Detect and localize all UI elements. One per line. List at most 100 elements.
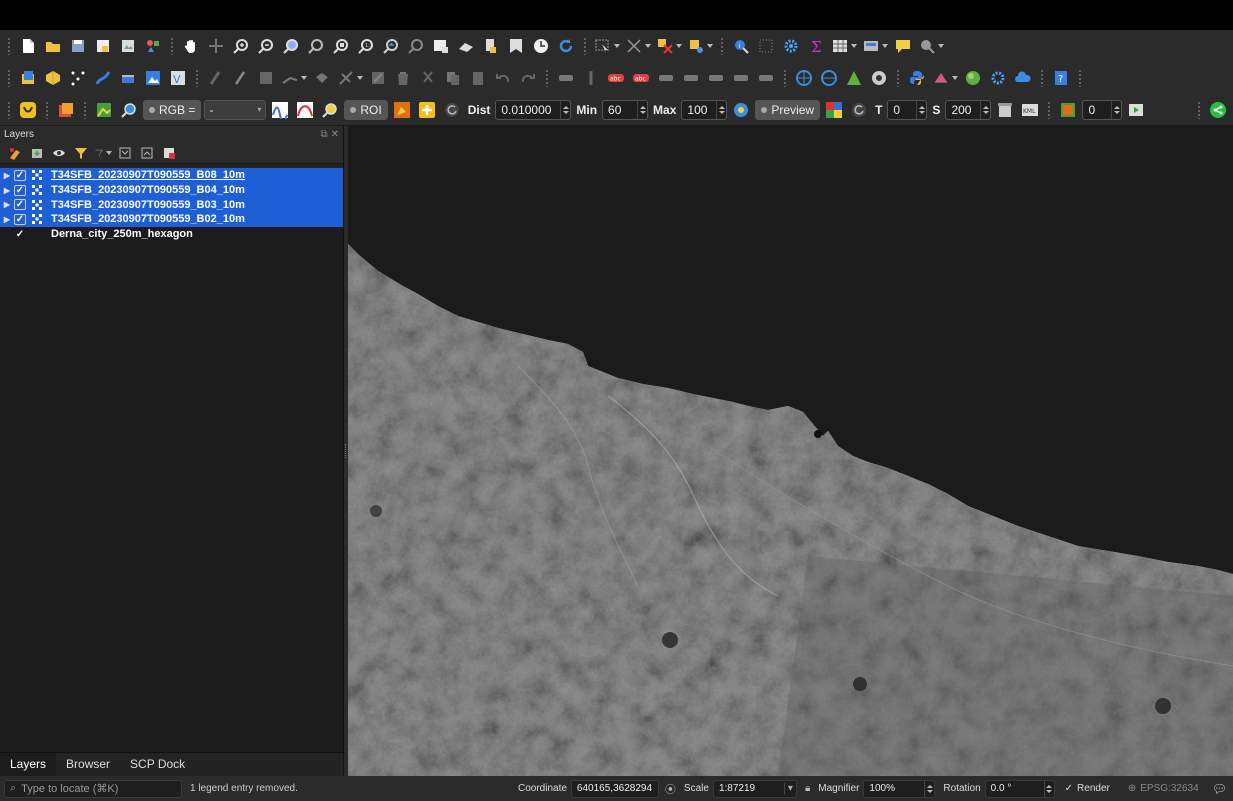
toolbar-grip[interactable] [7,37,11,55]
label-toolbar-icon[interactable] [555,67,577,89]
add-wms-layer-icon[interactable] [793,67,815,89]
add-polygon-icon[interactable] [117,67,139,89]
toolbar-grip[interactable] [720,37,724,55]
float-panel-icon[interactable]: ⧉ [320,129,327,140]
share-icon[interactable] [1207,99,1229,121]
plugin-globe-icon[interactable] [962,67,984,89]
layer-row[interactable]: ▶ ✓ T34SFB_20230907T090559_B08_10m [0,168,343,183]
pan-to-selection-icon[interactable] [205,35,227,57]
coordinate-field[interactable]: 640165,3628294 [570,779,659,798]
new-print-layout-icon[interactable] [92,35,114,57]
new-3d-map-icon[interactable] [455,35,477,57]
band-calc-icon[interactable] [1057,99,1079,121]
save-edits-icon[interactable] [255,67,277,89]
layer-row[interactable]: ▶ ✓ T34SFB_20230907T090559_B03_10m [0,197,343,213]
new-spatial-bookmark-icon[interactable] [480,35,502,57]
redo-preview-icon[interactable] [848,99,870,121]
toolbar-grip[interactable] [1040,69,1044,87]
scp-band-set-icon[interactable] [55,99,77,121]
messages-icon[interactable]: 💬︎ [1212,782,1227,796]
expand-arrow-icon[interactable]: ▶ [0,186,14,195]
toolbar-grip[interactable] [45,100,49,119]
plugin-cloud-icon[interactable] [1012,67,1034,89]
layer-visibility-checkbox[interactable]: ✓ [14,199,26,211]
pin-labels-icon[interactable] [580,67,602,89]
add-delimited-icon[interactable] [843,67,865,89]
layer-visibility-checkbox[interactable]: ✓ [14,169,26,181]
roi-toggle[interactable]: ROI [344,99,388,120]
expand-arrow-icon[interactable]: ▶ [0,215,14,224]
magnifier-spinbox[interactable]: 100% [863,779,936,798]
create-layer-icon[interactable] [142,67,164,89]
select-features-icon[interactable] [593,35,621,57]
cut-features-icon[interactable] [417,67,439,89]
layer-visibility-checkbox[interactable]: ✓ [14,184,26,196]
crs-button[interactable]: ⊕ EPSG:32634 [1128,783,1199,794]
scp-zoom-input-image-icon[interactable] [93,99,115,121]
rotation-spinbox[interactable]: 0.0 ° [984,779,1055,798]
show-bookmarks-icon[interactable] [505,35,527,57]
render-checkbox[interactable]: ✓ [1065,783,1073,794]
python-console-icon[interactable] [906,67,928,89]
zoom-next-icon[interactable] [405,35,427,57]
metasearch-icon[interactable] [868,67,890,89]
kml-export-icon[interactable]: KML [1019,99,1041,121]
new-geopackage-icon[interactable] [42,67,64,89]
change-label-icon[interactable] [730,67,752,89]
label-abc-icon[interactable]: abc [605,67,627,89]
zoom-to-layer-icon[interactable] [330,35,352,57]
label-properties-icon[interactable] [755,67,777,89]
toolbar-grip[interactable] [1047,100,1052,119]
toggle-extents-icon[interactable]: ⦿ [665,781,676,797]
scale-combo[interactable]: 1:87219 ▾ [712,779,797,798]
measure-grid-icon[interactable] [755,35,777,57]
band-spinbox[interactable]: 0 [1082,99,1123,120]
digitize-dots-icon[interactable] [67,67,89,89]
map-canvas[interactable] [348,126,1233,776]
collapse-all-icon[interactable] [138,144,156,162]
select-by-location-icon[interactable] [686,35,714,57]
style-manager-icon[interactable] [142,35,164,57]
layer-visibility-checkbox[interactable]: ✓ [14,213,26,225]
expand-arrow-icon[interactable]: ▶ [0,200,14,209]
undo-icon[interactable] [492,67,514,89]
scp-logo-icon[interactable] [17,99,39,121]
current-edits-icon[interactable] [205,67,227,89]
digitize-line-icon[interactable] [280,67,308,89]
help-icon[interactable]: ? [1050,67,1072,89]
toolbar-grip[interactable] [170,37,174,55]
temporal-controller-icon[interactable] [530,35,552,57]
toolbar-grip[interactable] [7,69,11,87]
zoom-full-icon[interactable] [280,35,302,57]
activate-roi-pointer-icon[interactable] [416,99,438,121]
t-spinbox[interactable]: 0 [887,99,928,120]
tab-browser[interactable]: Browser [56,753,120,776]
move-label-icon[interactable] [680,67,702,89]
identify-features-icon[interactable]: i [730,35,752,57]
zoom-out-icon[interactable] [255,35,277,57]
redo-roi-icon[interactable] [441,99,463,121]
render-toggle[interactable]: ✓ Render [1065,783,1110,794]
plugin-gear-icon[interactable] [987,67,1009,89]
settings-gear-icon[interactable] [780,35,802,57]
layer-row[interactable]: ✓ Derna_city_250m_hexagon [0,227,343,242]
remove-temp-files-icon[interactable] [994,99,1016,121]
show-hide-labels-icon[interactable] [655,67,677,89]
rgb-composite-select[interactable]: - ▾ [204,99,267,120]
zoom-to-selection-icon[interactable] [305,35,327,57]
toolbar-grip[interactable] [1197,100,1201,119]
open-project-icon[interactable] [42,35,64,57]
manage-visibility-icon[interactable] [50,144,68,162]
add-ring-icon[interactable] [311,67,333,89]
redo-icon[interactable] [517,67,539,89]
remove-layer-icon[interactable] [160,144,178,162]
layer-row[interactable]: ▶ ✓ T34SFB_20230907T090559_B02_10m [0,212,343,227]
filter-legend-icon[interactable] [72,144,90,162]
refresh-icon[interactable] [555,35,577,57]
max-spinbox[interactable]: 100 [681,99,728,120]
map-tips-icon[interactable] [892,35,914,57]
field-calculator-icon[interactable] [861,35,889,57]
create-roi-icon[interactable] [391,99,413,121]
delete-selected-icon[interactable] [392,67,414,89]
run-band-icon[interactable] [1125,99,1147,121]
